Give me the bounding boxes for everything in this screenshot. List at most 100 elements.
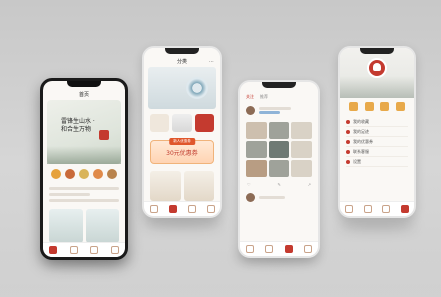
- menu-dot-icon: [346, 129, 350, 134]
- order-icon[interactable]: [380, 102, 390, 111]
- category-tab-icon[interactable]: [168, 205, 177, 213]
- hero-banner[interactable]: 雷锋生山水 · 和合生万物: [47, 100, 121, 164]
- profile-menu: 我的收藏 我的足迹 我的优惠券 联系客服 设置: [340, 115, 414, 169]
- phone-home: 首页 雷锋生山水 · 和合生万物: [40, 78, 128, 260]
- community-screen: 关注 推荐 ♡ ✎ ↗: [240, 82, 318, 256]
- notch: [262, 82, 296, 88]
- subtitle-line: [259, 111, 281, 114]
- username-line: [259, 107, 291, 110]
- promo-card[interactable]: [194, 114, 214, 132]
- profile-tab-icon[interactable]: [110, 246, 119, 254]
- menu-dot-icon: [346, 119, 350, 124]
- menu-icon[interactable]: ⋯: [209, 58, 214, 67]
- comment-icon[interactable]: ✎: [277, 182, 280, 187]
- category-icon[interactable]: [65, 169, 75, 179]
- like-icon[interactable]: ♡: [247, 182, 251, 187]
- tab-bar: [240, 241, 318, 256]
- brand-logo-icon: [367, 58, 387, 78]
- photo[interactable]: [246, 160, 267, 177]
- tab-follow[interactable]: 关注: [246, 94, 254, 100]
- menu-item[interactable]: 我的收藏: [346, 117, 408, 127]
- tab-bar: [144, 201, 220, 216]
- tab-recommend[interactable]: 推荐: [260, 94, 268, 100]
- photo[interactable]: [268, 160, 290, 177]
- phone2-shadow: [142, 220, 222, 228]
- profile-screen: 我的收藏 我的足迹 我的优惠券 联系客服 设置: [340, 48, 414, 216]
- profile-tab-icon[interactable]: [304, 245, 313, 253]
- coupon-banner[interactable]: 新人优惠券 30元优惠券: [150, 138, 214, 164]
- feed-tabs: 关注 推荐: [240, 92, 318, 102]
- goods-card[interactable]: [150, 171, 181, 201]
- menu-item[interactable]: 我的足迹: [346, 127, 408, 137]
- photo[interactable]: [291, 122, 312, 139]
- notch: [67, 81, 101, 87]
- photo[interactable]: [291, 160, 312, 177]
- category-icon[interactable]: [107, 169, 117, 179]
- username-line: [259, 196, 286, 199]
- avatar[interactable]: [246, 193, 255, 202]
- share-icon[interactable]: ↗: [308, 182, 311, 187]
- page-title: 分类 ⋯: [176, 58, 214, 67]
- category-icon[interactable]: [93, 169, 103, 179]
- category-screen: 分类 ⋯ 新人优惠券 30元优惠券: [144, 48, 220, 216]
- text-line: [49, 199, 119, 202]
- order-icon[interactable]: [395, 102, 405, 111]
- landscape-art: [340, 76, 414, 98]
- text-line: [49, 187, 119, 190]
- home-tab-icon[interactable]: [49, 246, 58, 254]
- order-icon[interactable]: [349, 102, 359, 111]
- post-actions: ♡ ✎ ↗: [240, 180, 318, 189]
- category-icon[interactable]: [51, 169, 61, 179]
- tab-bar: [43, 242, 125, 257]
- banner[interactable]: [148, 67, 216, 109]
- plate-image: [186, 77, 208, 99]
- goods-card[interactable]: [183, 171, 214, 201]
- category-tab-icon[interactable]: [363, 205, 372, 213]
- order-icon[interactable]: [364, 102, 374, 111]
- home-tab-icon[interactable]: [345, 205, 354, 213]
- order-status-icons: [340, 98, 414, 115]
- profile-header: [340, 48, 414, 98]
- home-tab-icon[interactable]: [149, 205, 158, 213]
- photo[interactable]: [291, 141, 312, 158]
- notch: [165, 48, 199, 54]
- seal-icon: [99, 130, 109, 140]
- category-icon[interactable]: [79, 169, 89, 179]
- phone4-shadow: [338, 222, 416, 230]
- feature-card[interactable]: [150, 114, 170, 132]
- teapot-image[interactable]: [172, 114, 192, 132]
- profile-tab-icon[interactable]: [400, 205, 409, 213]
- profile-tab-icon[interactable]: [206, 205, 215, 213]
- community-tab-icon[interactable]: [90, 246, 99, 254]
- photo-grid: [240, 119, 318, 180]
- goods-list: [144, 167, 220, 205]
- menu-dot-icon: [346, 159, 350, 164]
- community-tab-icon[interactable]: [284, 245, 293, 253]
- category-tab-icon[interactable]: [69, 246, 78, 254]
- product-card[interactable]: [49, 209, 83, 243]
- home-screen: 首页 雷锋生山水 · 和合生万物: [43, 81, 125, 257]
- text-line: [49, 193, 90, 196]
- product-card[interactable]: [85, 209, 119, 243]
- post-header: [240, 102, 318, 119]
- feature-row: [144, 109, 220, 137]
- menu-item[interactable]: 我的优惠券: [346, 137, 408, 147]
- menu-item[interactable]: 设置: [346, 157, 408, 167]
- landscape-art: [47, 146, 121, 164]
- category-icons: [43, 164, 125, 184]
- photo[interactable]: [246, 122, 267, 139]
- home-tab-icon[interactable]: [245, 245, 254, 253]
- community-tab-icon[interactable]: [382, 205, 391, 213]
- tab-bar: [340, 201, 414, 216]
- menu-dot-icon: [346, 139, 350, 144]
- category-tab-icon[interactable]: [265, 245, 274, 253]
- page-title: 首页: [78, 92, 89, 98]
- avatar[interactable]: [246, 106, 255, 115]
- menu-item[interactable]: 联系客服: [346, 147, 408, 157]
- phone-community: 关注 推荐 ♡ ✎ ↗: [238, 80, 320, 258]
- photo[interactable]: [246, 141, 267, 158]
- photo[interactable]: [268, 141, 290, 158]
- community-tab-icon[interactable]: [187, 205, 196, 213]
- photo[interactable]: [268, 122, 290, 139]
- mockup-stage: 首页 雷锋生山水 · 和合生万物 分类 ⋯ 新人优惠券 30元优惠券 关注 推荐…: [0, 0, 441, 297]
